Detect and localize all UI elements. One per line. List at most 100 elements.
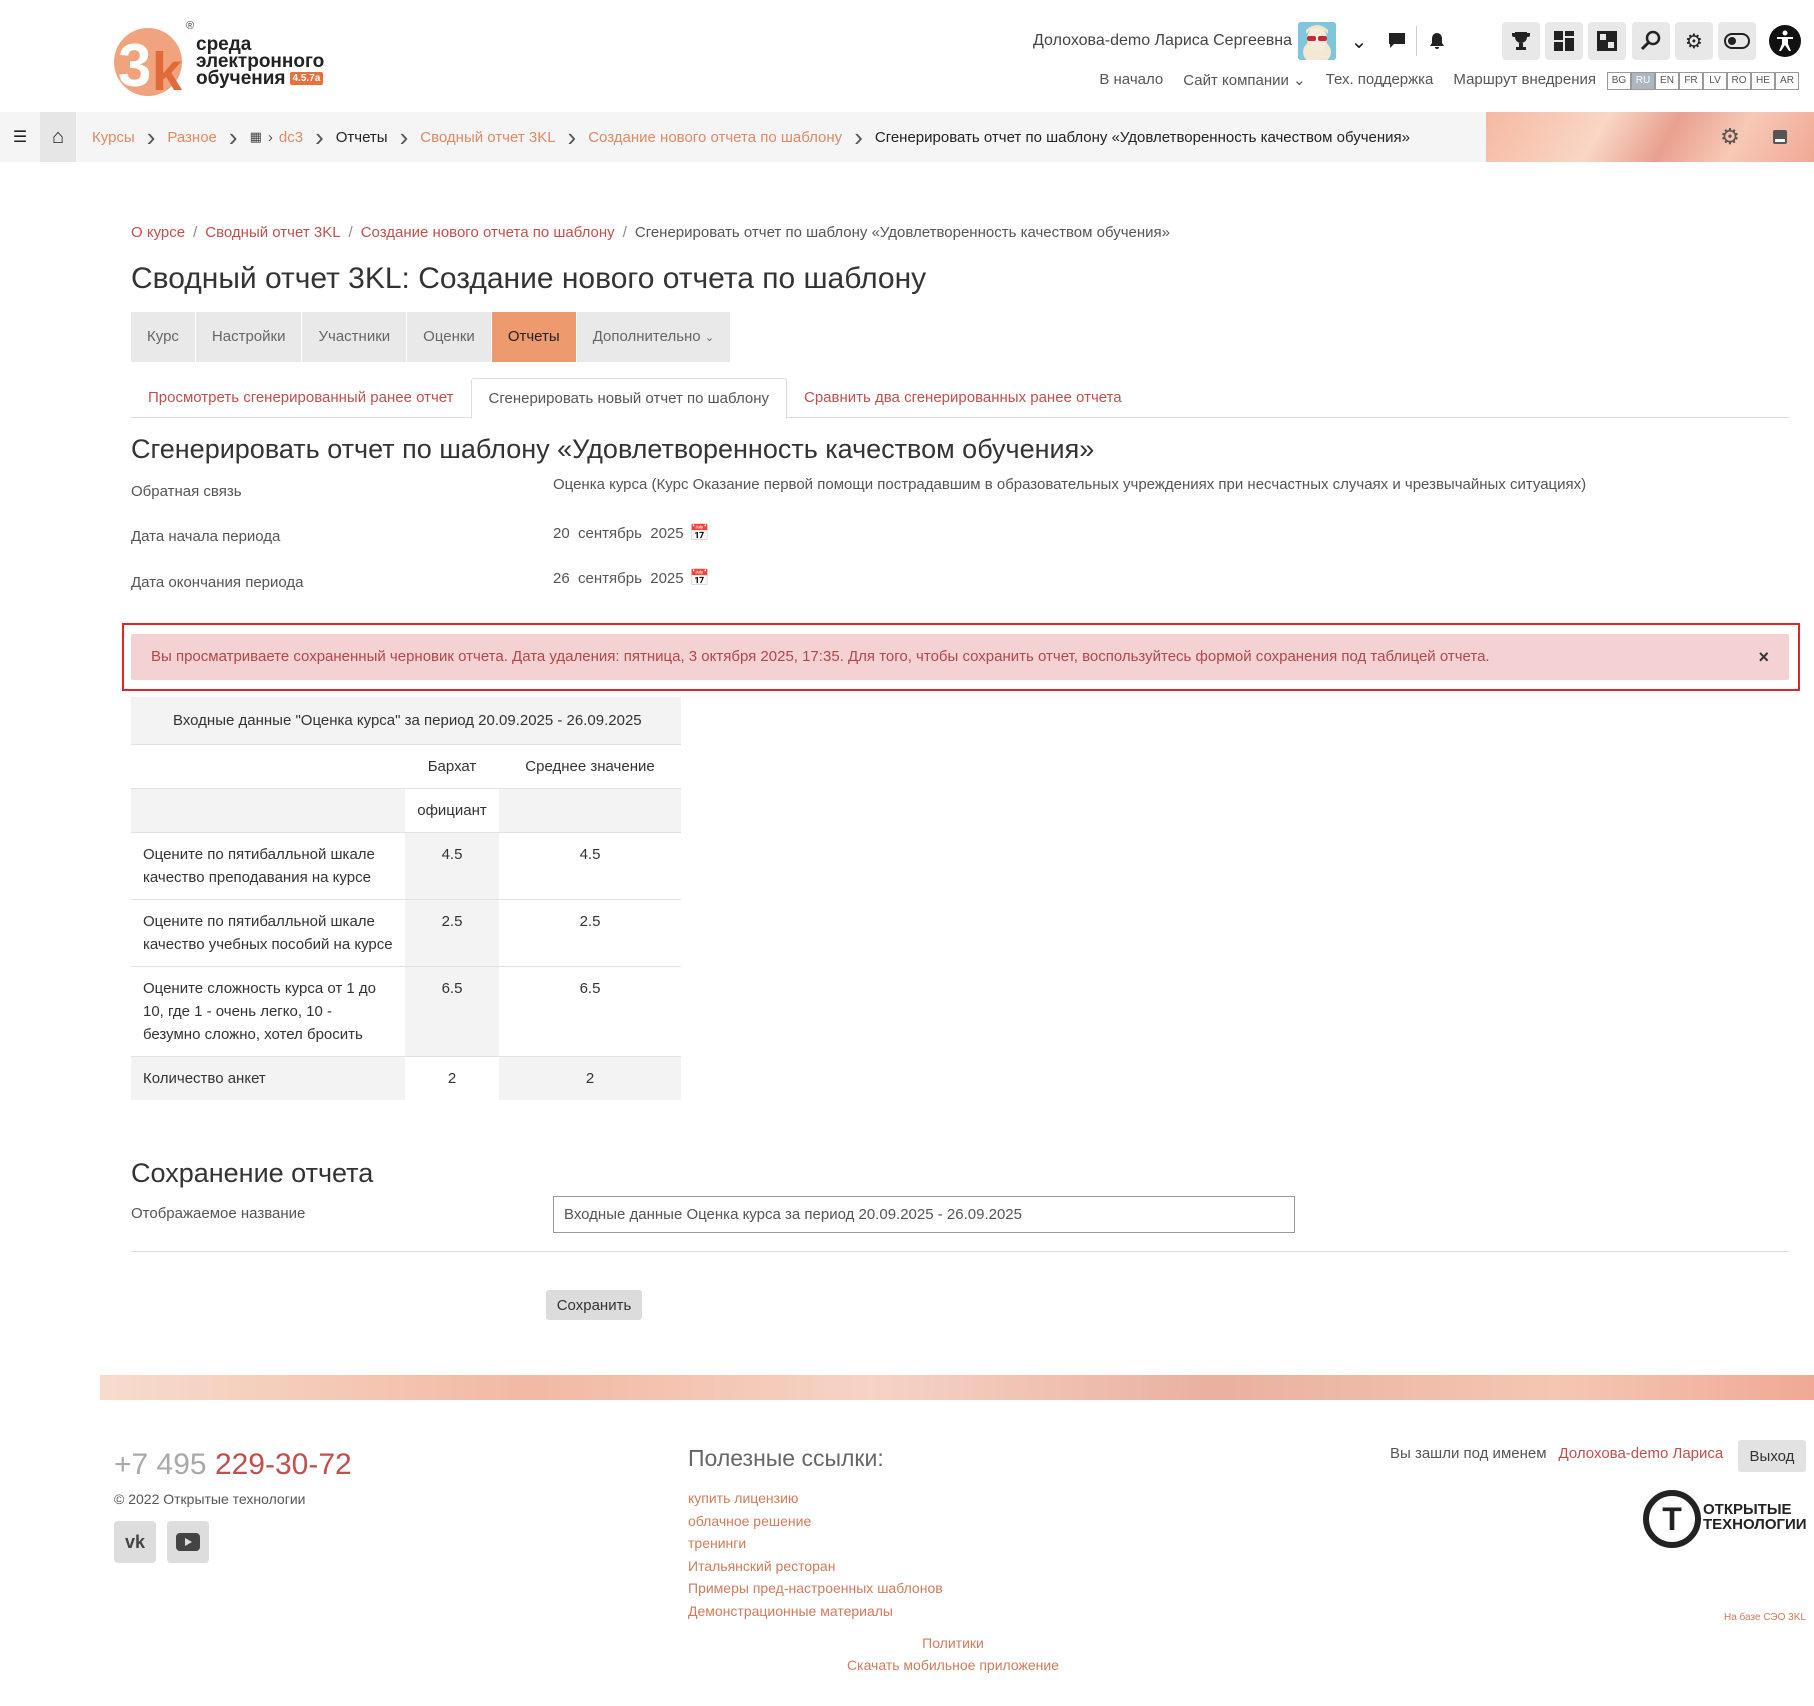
page-crumb-summary[interactable]: Сводный отчет 3KL — [205, 224, 340, 241]
table-header-row: Бархат Среднее значение — [131, 744, 681, 788]
site-header: 3 k ® среда электронного обучения 4.5.7a … — [0, 0, 1814, 112]
link-company-site[interactable]: Сайт компании ⌄ — [1183, 71, 1305, 89]
footer-decoration — [100, 1375, 1814, 1400]
page-crumb-create[interactable]: Создание нового отчета по шаблону — [361, 224, 615, 241]
form-divider — [131, 1251, 1789, 1252]
lang-en[interactable]: EN — [1655, 72, 1679, 90]
language-switcher: BG RU EN FR LV RO HE AR — [1607, 72, 1799, 90]
calendar-icon[interactable]: 📅 — [690, 525, 710, 542]
lang-lv[interactable]: LV — [1703, 72, 1727, 90]
footer-link[interactable]: купить лицензию — [688, 1487, 943, 1510]
start-date-field[interactable]: 20 сентябрь 2025 📅 — [553, 523, 710, 543]
lang-ro[interactable]: RO — [1727, 72, 1751, 90]
table-row: Оцените по пятибалльной шкале качество у… — [131, 899, 681, 966]
save-button[interactable]: Сохранить — [546, 1290, 642, 1320]
page-crumb-about[interactable]: О курсе — [131, 224, 185, 241]
chevron-down-icon: ⌄ — [704, 332, 715, 344]
user-name[interactable]: Долохова-demo Лариса Сергеевна — [1033, 32, 1292, 50]
tab-settings[interactable]: Настройки — [195, 312, 303, 362]
report-table: Входные данные "Оценка курса" за период … — [131, 697, 681, 1100]
footer-link[interactable]: тренинги — [688, 1532, 943, 1555]
toggle-icon[interactable] — [1718, 22, 1756, 60]
section-title: Сгенерировать отчет по шаблону «Удовлетв… — [131, 434, 1095, 464]
puzzle-icon[interactable] — [1588, 22, 1626, 60]
table-row: Оцените по пятибалльной шкале качество п… — [131, 832, 681, 899]
link-home[interactable]: В начало — [1099, 71, 1163, 89]
search-icon[interactable] — [1632, 22, 1670, 60]
footer-link[interactable]: облачное решение — [688, 1510, 943, 1533]
gear-icon[interactable]: ⚙ — [1710, 112, 1750, 162]
subtab-generate-report[interactable]: Сгенерировать новый отчет по шаблону — [470, 378, 787, 419]
youtube-icon[interactable] — [167, 1521, 209, 1563]
close-icon[interactable]: × — [1758, 634, 1769, 680]
logged-in-info: Вы зашли под именем Долохова-demo Лариса — [1390, 1445, 1724, 1462]
alert-text: Вы просматриваете сохраненный черновик о… — [151, 648, 1490, 665]
tab-more[interactable]: Дополнительно ⌄ — [576, 312, 732, 362]
footer-phone[interactable]: +7 495 229-30-72 — [114, 1448, 352, 1482]
lang-bg[interactable]: BG — [1607, 72, 1631, 90]
logout-button[interactable]: Выход — [1738, 1440, 1806, 1472]
breadcrumb: Курсы › Разное › ▦ › dc3 › Отчеты › Свод… — [92, 112, 1410, 162]
crumb-separator: › — [267, 128, 273, 146]
value-cell: 6.5 — [405, 967, 499, 1056]
crumb-reports[interactable]: Отчеты — [336, 129, 388, 146]
lang-he[interactable]: HE — [1751, 72, 1775, 90]
subtab-compare-reports[interactable]: Сравнить два сгенерированных ранее отчет… — [787, 378, 1139, 417]
lang-ar[interactable]: AR — [1775, 72, 1799, 90]
table-header-cell — [131, 789, 405, 832]
policies-link[interactable]: Политики — [46, 1632, 1814, 1654]
link-support[interactable]: Тех. поддержка — [1326, 71, 1434, 89]
home-icon[interactable]: ⌂ — [40, 112, 76, 162]
subtab-view-report[interactable]: Просмотреть сгенерированный ранее отчет — [131, 378, 471, 417]
svg-text:k: k — [152, 42, 183, 100]
end-date-label: Дата окончания периода — [131, 574, 304, 591]
main-tabs: Курс Настройки Участники Оценки Отчеты Д… — [131, 312, 732, 362]
sub-tabs: Просмотреть сгенерированный ранее отчет … — [131, 378, 1789, 419]
lang-ru[interactable]: RU — [1631, 72, 1655, 90]
tab-reports[interactable]: Отчеты — [491, 312, 577, 362]
end-date-field[interactable]: 26 сентябрь 2025 📅 — [553, 568, 710, 588]
crumb-misc[interactable]: Разное — [167, 129, 217, 146]
table-total-row: Количество анкет 2 2 — [131, 1056, 681, 1100]
calendar-icon[interactable]: 📅 — [690, 570, 710, 587]
drawer-icon[interactable] — [1760, 112, 1800, 162]
footer-link[interactable]: Примеры пред-настроенных шаблонов — [688, 1577, 943, 1600]
crumb-separator: › — [854, 121, 863, 152]
crumb-separator: › — [315, 121, 324, 152]
chat-icon[interactable] — [1380, 24, 1414, 58]
crumb-create-report[interactable]: Создание нового отчета по шаблону — [588, 129, 842, 146]
vk-icon[interactable]: vk — [114, 1521, 156, 1563]
tab-course[interactable]: Курс — [131, 312, 196, 362]
accessibility-icon[interactable] — [1766, 22, 1804, 60]
report-caption: Входные данные "Оценка курса" за период … — [131, 697, 681, 744]
site-logo[interactable]: 3 k ® среда электронного обучения 4.5.7a — [112, 18, 342, 108]
tab-grades[interactable]: Оценки — [407, 312, 492, 362]
average-cell: 6.5 — [579, 980, 601, 997]
menu-icon[interactable]: ☰ — [0, 112, 40, 162]
useful-links: купить лицензию облачное решение тренинг… — [688, 1487, 943, 1623]
avatar[interactable] — [1298, 22, 1336, 60]
logged-in-user-link[interactable]: Долохова-demo Лариса — [1559, 1445, 1724, 1462]
average-cell: 4.5 — [579, 846, 601, 863]
open-technologies-logo[interactable]: T ОТКРЫТЫЕ ТЕХНОЛОГИИ — [1643, 1490, 1807, 1552]
crumb-current: Сгенерировать отчет по шаблону «Удовлетв… — [874, 128, 1411, 146]
bell-icon[interactable] — [1420, 24, 1454, 58]
crumb-dc3[interactable]: dc3 — [279, 129, 303, 146]
start-date-label: Дата начала периода — [131, 528, 281, 545]
crumb-courses[interactable]: Курсы — [92, 129, 135, 146]
mobile-app-link[interactable]: Скачать мобильное приложение — [46, 1654, 1814, 1676]
link-roadmap[interactable]: Маршрут внедрения — [1453, 71, 1596, 89]
trophy-icon[interactable] — [1502, 22, 1540, 60]
crumb-separator: › — [567, 121, 577, 152]
footer-link[interactable]: Итальянский ресторан — [688, 1555, 943, 1578]
total-label-cell: Количество анкет — [131, 1057, 405, 1100]
chevron-down-icon[interactable]: ⌄ — [1342, 24, 1376, 58]
registered-icon: ® — [186, 20, 195, 32]
display-name-input[interactable] — [553, 1196, 1295, 1233]
footer-link[interactable]: Демонстрационные материалы — [688, 1600, 943, 1623]
lang-fr[interactable]: FR — [1679, 72, 1703, 90]
gear-icon[interactable]: ⚙ — [1675, 22, 1713, 60]
tab-participants[interactable]: Участники — [302, 312, 408, 362]
crumb-summary-report[interactable]: Сводный отчет 3KL — [420, 129, 555, 146]
dashboard-icon[interactable] — [1545, 22, 1583, 60]
